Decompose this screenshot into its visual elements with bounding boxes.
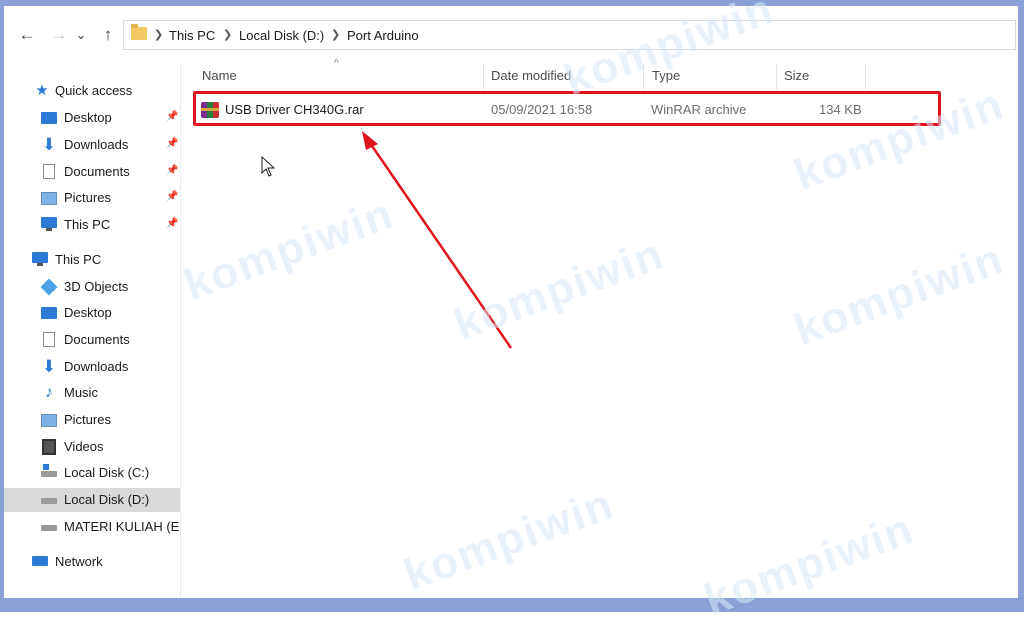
annotation-arrow-line (368, 142, 513, 349)
mouse-cursor-icon (261, 156, 276, 177)
annotation-arrow-head (362, 131, 378, 150)
annotation-arrow (362, 131, 513, 349)
